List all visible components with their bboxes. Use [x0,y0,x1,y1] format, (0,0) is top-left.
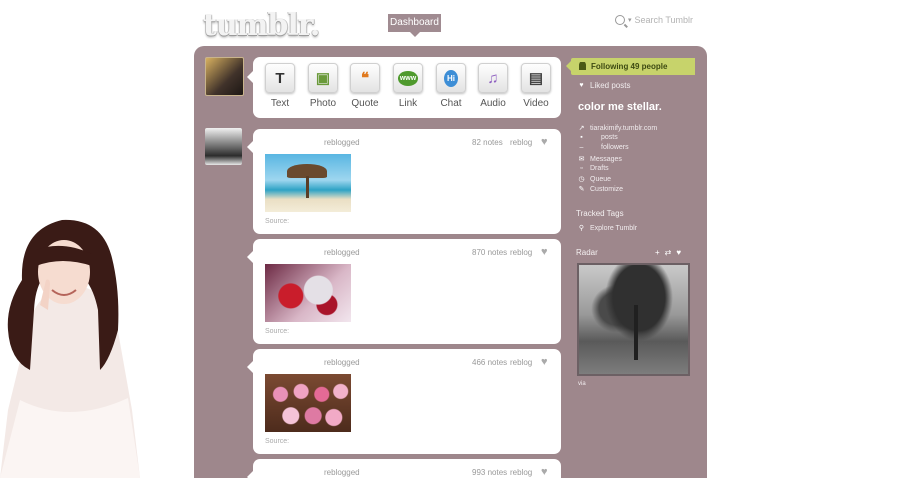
like-heart-icon[interactable]: ♥ [541,356,548,368]
my-avatar[interactable] [205,57,244,96]
reblog-icon[interactable]: ⇄ [665,248,677,257]
reblogger-avatar[interactable] [205,128,242,165]
followers-icon: – [579,144,584,151]
drafts-label: Drafts [590,165,609,172]
customize-link[interactable]: ✎ Customize [578,185,624,194]
post-card: reblogged 466 notes reblog ♥ Source: [247,349,561,454]
radar-photo[interactable] [577,263,690,376]
audio-icon: ♫ [478,63,508,93]
following-button[interactable]: Following 49 people [566,58,695,75]
post-card: reblogged 993 notes reblog ♥ [247,459,561,489]
tumblr-logo[interactable]: tumblr. [203,8,320,43]
notes-count[interactable]: 466 notes [472,358,507,367]
draft-icon: ▫ [580,165,583,172]
quote-post-label: Quote [351,98,379,109]
liked-posts-label: Liked posts [590,81,631,90]
notes-count[interactable]: 870 notes [472,248,507,257]
search-box[interactable]: ▾ Search Tumblr [615,15,693,25]
reblogged-link[interactable]: reblogged [324,248,360,257]
reblog-button[interactable]: reblog [510,468,532,477]
reblogged-link[interactable]: reblogged [324,138,360,147]
new-video-post-button[interactable]: ▤ Video [516,63,556,109]
dropdown-caret-icon: ▾ [628,17,632,24]
reblogged-link[interactable]: reblogged [324,468,360,477]
reblog-button[interactable]: reblog [510,248,532,257]
explore-label: Explore Tumblr [590,224,638,232]
like-heart-icon[interactable]: ♥ [541,246,548,258]
link-post-label: Link [398,98,418,109]
search-icon [615,15,625,25]
envelope-icon: ✉ [578,156,585,163]
notes-count[interactable]: 82 notes [472,138,503,147]
queue-link[interactable]: ◷ Queue [578,175,612,184]
radar-credit[interactable]: via [578,381,586,387]
like-heart-icon[interactable]: ♥ [541,466,548,478]
notes-count[interactable]: 993 notes [472,468,507,477]
reblogged-link[interactable]: reblogged [324,358,360,367]
profile-photo-girl [0,210,140,478]
post-source[interactable]: Source: [265,328,289,335]
reblog-button[interactable]: reblog [510,358,532,367]
post-photo[interactable] [265,264,351,322]
document-icon: ▪ [580,134,583,141]
video-post-label: Video [523,98,549,109]
heart-icon: ♥ [579,82,584,89]
posts-link[interactable]: ▪ posts [578,134,618,141]
chat-icon: Hi [436,63,466,93]
video-icon: ▤ [521,63,551,93]
liked-posts-link[interactable]: ♥ Liked posts [578,81,630,90]
customize-label: Customize [590,185,624,193]
tracked-tags-heading: Tracked Tags [576,209,624,218]
blog-url-label: tiarakimify.tumblr.com [590,124,658,132]
audio-post-label: Audio [480,98,506,109]
messages-label: Messages [590,155,622,163]
reblog-button[interactable]: reblog [510,138,532,147]
queue-label: Queue [590,175,612,183]
blog-url-link[interactable]: ↗ tiarakimify.tumblr.com [578,124,658,133]
radar-heading: Radar [576,248,598,257]
new-chat-post-button[interactable]: Hi Chat [431,63,471,109]
new-post-toolbar: T Text ▣ Photo ❝ Quote www Link Hi Chat … [247,57,561,118]
new-audio-post-button[interactable]: ♫ Audio [473,63,513,109]
user-icon [579,62,586,70]
followers-link[interactable]: – followers [578,144,629,151]
post-card: reblogged 870 notes reblog ♥ Source: [247,239,561,344]
search-icon: ⚲ [578,225,585,232]
new-text-post-button[interactable]: T Text [260,63,300,109]
post-source[interactable]: Source: [265,438,289,445]
blog-name[interactable]: color me stellar. [578,101,662,113]
chat-post-label: Chat [440,98,462,109]
external-link-icon: ↗ [578,125,585,132]
photo-icon: ▣ [308,63,338,93]
search-placeholder: Search Tumblr [634,15,694,25]
post-photo[interactable] [265,154,351,212]
post-source[interactable]: Source: [265,218,289,225]
drafts-link[interactable]: ▫ Drafts [578,165,609,172]
wrench-icon: ✎ [578,186,585,193]
explore-tumblr-link[interactable]: ⚲ Explore Tumblr [578,224,638,233]
like-heart-icon[interactable]: ♥ [541,136,548,148]
followers-label: followers [601,144,629,151]
radar-controls: +⇄♥ [655,248,686,257]
photo-post-label: Photo [309,98,337,109]
new-photo-post-button[interactable]: ▣ Photo [303,63,343,109]
quote-icon: ❝ [350,63,380,93]
post-photo[interactable] [265,374,351,432]
messages-link[interactable]: ✉ Messages [578,155,622,164]
text-post-label: Text [270,98,290,109]
new-link-post-button[interactable]: www Link [388,63,428,109]
dashboard-tab[interactable]: Dashboard [388,14,441,37]
heart-icon[interactable]: ♥ [676,248,686,257]
post-card: reblogged 82 notes reblog ♥ Source: [247,129,561,234]
plus-icon[interactable]: + [655,248,665,257]
text-icon: T [265,63,295,93]
posts-label: posts [601,134,618,141]
following-label: Following 49 people [591,62,668,71]
clock-icon: ◷ [578,176,585,183]
link-icon: www [393,63,423,93]
new-quote-post-button[interactable]: ❝ Quote [345,63,385,109]
